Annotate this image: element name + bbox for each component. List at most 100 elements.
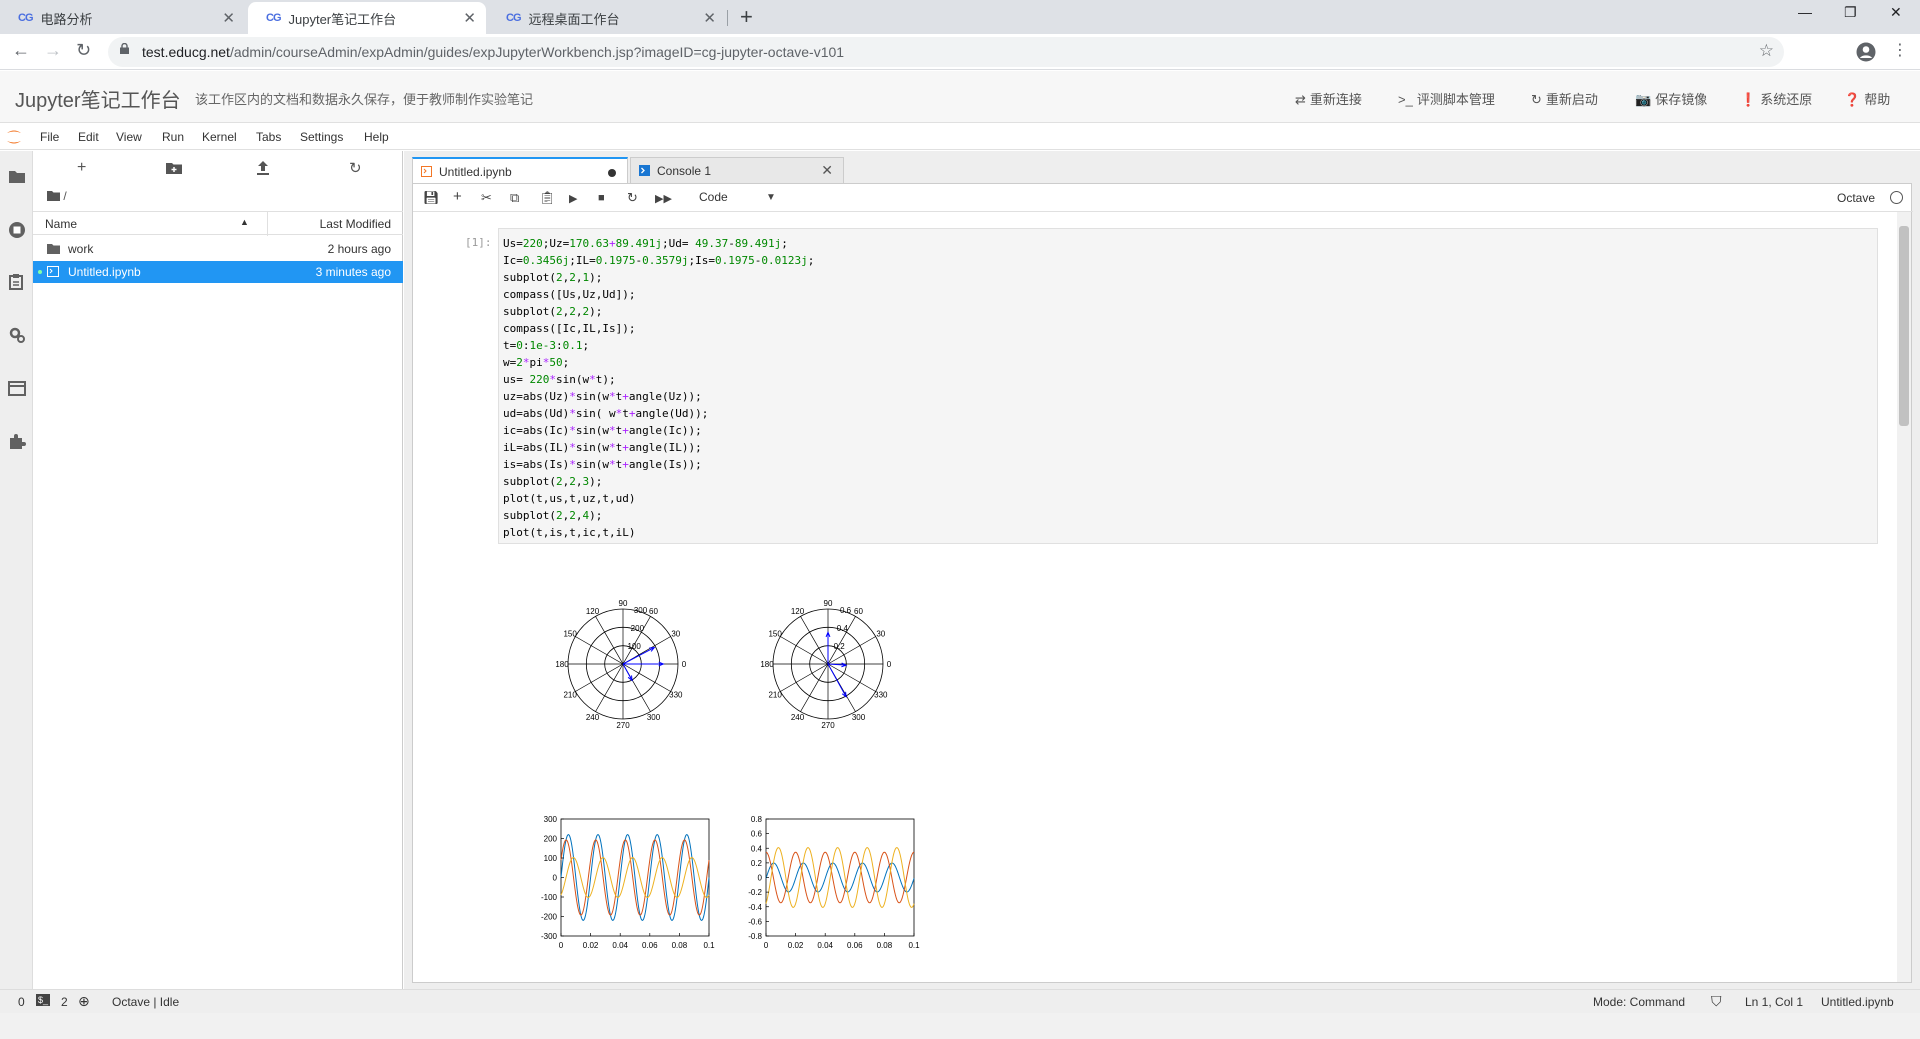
restart-kernel-icon[interactable]: ↻ — [627, 190, 638, 206]
reload-icon[interactable]: ↻ — [76, 40, 91, 61]
plot-ytick-label: 200 — [544, 835, 558, 844]
new-folder-icon[interactable] — [166, 162, 182, 174]
notebook-icon — [421, 166, 432, 177]
plot-xtick-label: 0 — [764, 941, 769, 950]
save-image-button[interactable]: 📷 保存镜像 — [1635, 89, 1707, 108]
close-icon[interactable]: ✕ — [703, 9, 716, 27]
menu-tabs[interactable]: Tabs — [256, 130, 281, 144]
compass-angle-label: 240 — [586, 713, 600, 722]
plot-ytick-label: -100 — [541, 893, 558, 902]
window-close-icon[interactable]: ✕ — [1890, 4, 1902, 21]
warning-circle-icon: ❗ — [1740, 92, 1757, 107]
compass-angle-label: 150 — [563, 630, 577, 639]
column-last-modified[interactable]: Last Modified — [320, 217, 391, 231]
cursor-position[interactable]: Ln 1, Col 1 — [1745, 995, 1803, 1009]
mode-text[interactable]: Mode: Command — [1593, 995, 1685, 1009]
tabs-icon[interactable] — [8, 379, 26, 397]
column-divider — [267, 212, 268, 236]
compass-angle-label: 270 — [616, 721, 630, 730]
code-cell-editor[interactable]: Us=220;Uz=170.63+89.491j;Ud= 49.37-89.49… — [498, 228, 1878, 544]
paste-icon[interactable]: 📋︎ — [539, 190, 556, 206]
bookmark-star-icon[interactable]: ☆ — [1759, 41, 1774, 61]
fast-forward-icon[interactable]: ▶▶ — [655, 192, 672, 205]
menu-edit[interactable]: Edit — [78, 130, 99, 144]
code-line: is=abs(Is)*sin(w*t+angle(Is)); — [503, 458, 702, 471]
file-list-header: Name ▲ Last Modified — [33, 211, 403, 236]
property-inspector-icon[interactable] — [8, 326, 26, 344]
scrollbar-thumb[interactable] — [1899, 226, 1909, 426]
system-restore-button[interactable]: ❗ 系统还原 — [1740, 89, 1812, 108]
copy-icon[interactable]: ⧉ — [510, 190, 519, 206]
browser-menu-icon[interactable]: ⋮ — [1892, 40, 1908, 60]
extension-puzzle-icon[interactable] — [8, 432, 26, 450]
forward-arrow-icon[interactable]: → — [44, 40, 62, 61]
file-name: work — [68, 242, 94, 256]
refresh-files-icon[interactable]: ↻ — [349, 159, 362, 177]
plot-ytick-label: 100 — [544, 854, 558, 863]
code-line: Us=220;Uz=170.63+89.491j;Ud= 49.37-89.49… — [503, 237, 788, 250]
commands-icon[interactable] — [8, 273, 26, 291]
browser-tab-circuit[interactable]: CG 电路分析 ✕ — [0, 2, 245, 34]
eval-script-button[interactable]: >_ 评测脚本管理 — [1398, 89, 1495, 108]
minimize-icon[interactable]: — — [1798, 4, 1812, 20]
menu-kernel[interactable]: Kernel — [202, 130, 237, 144]
stop-icon[interactable]: ■ — [598, 192, 605, 204]
close-icon[interactable]: ✕ — [821, 162, 833, 179]
notebook-scrollbar[interactable] — [1897, 212, 1911, 982]
browser-tab-jupyter[interactable]: CG Jupyter笔记工作台 ✕ — [248, 2, 486, 34]
profile-avatar-icon[interactable] — [1856, 42, 1876, 62]
cut-icon[interactable]: ✂ — [481, 190, 492, 206]
upload-icon[interactable] — [257, 161, 269, 175]
reconnect-button[interactable]: ⇄ 重新连接 — [1295, 89, 1362, 108]
running-icon[interactable] — [8, 221, 26, 239]
code-line: subplot(2,2,2); — [503, 305, 603, 318]
address-bar[interactable]: test.educg.net/admin/courseAdmin/expAdmi… — [108, 37, 1784, 67]
kernel-status-text[interactable]: Octave | Idle — [112, 995, 179, 1009]
status-count-two[interactable]: 2 — [61, 995, 68, 1009]
shield-check-icon[interactable]: ⛉ — [1711, 993, 1722, 1010]
compass-angle-label: 330 — [669, 691, 683, 700]
activity-sidebar — [0, 151, 33, 989]
status-bar: 0 $_ 2 ⊕ Octave | Idle Mode: Command ⛉ L… — [0, 989, 1920, 1013]
chevron-down-icon[interactable]: ▼ — [766, 192, 776, 203]
tab-console-1[interactable]: Console 1 ✕ — [630, 157, 844, 183]
folder-icon[interactable] — [8, 168, 26, 186]
new-tab-plus-icon[interactable]: + — [740, 4, 753, 30]
back-arrow-icon[interactable]: ← — [12, 40, 30, 61]
close-icon[interactable]: ✕ — [463, 9, 476, 27]
menu-help[interactable]: Help — [364, 130, 389, 144]
file-row-untitled[interactable]: Untitled.ipynb 3 minutes ago — [33, 261, 403, 283]
menu-settings[interactable]: Settings — [300, 130, 343, 144]
close-icon[interactable]: ✕ — [222, 9, 235, 27]
unsaved-dot-icon[interactable] — [608, 169, 616, 177]
page-title: Jupyter笔记工作台 — [15, 90, 181, 112]
compass-radial-label: 0.6 — [840, 606, 852, 615]
new-launcher-plus-icon[interactable]: + — [77, 159, 86, 177]
kernel-name[interactable]: Octave — [1837, 191, 1875, 205]
jupyter-menubar: File Edit View Run Kernel Tabs Settings … — [0, 124, 1920, 150]
restore-icon[interactable]: ❐ — [1844, 4, 1857, 21]
lock-icon — [120, 43, 129, 54]
help-button[interactable]: ❓ 帮助 — [1844, 89, 1890, 108]
compass-angle-label: 90 — [824, 599, 833, 608]
menu-file[interactable]: File — [40, 130, 59, 144]
file-row-work[interactable]: work 2 hours ago — [33, 238, 403, 260]
terminal-icon[interactable]: $_ — [36, 994, 51, 1006]
breadcrumb[interactable]: / — [47, 189, 67, 203]
run-play-icon[interactable]: ▶ — [569, 192, 577, 205]
insert-cell-plus-icon[interactable]: + — [453, 188, 462, 205]
restart-button[interactable]: ↻ 重新启动 — [1531, 89, 1598, 108]
status-count-zero[interactable]: 0 — [18, 995, 25, 1009]
tab-untitled-ipynb[interactable]: Untitled.ipynb — [412, 157, 628, 183]
column-name[interactable]: Name — [45, 217, 77, 231]
menu-view[interactable]: View — [116, 130, 142, 144]
code-text: Us=220;Uz=170.63+89.491j;Ud= 49.37-89.49… — [503, 235, 814, 541]
menu-run[interactable]: Run — [162, 130, 184, 144]
notebook-icon — [47, 266, 59, 277]
save-icon[interactable]: 💾︎ — [423, 190, 440, 206]
octave-figure: 0306090120150180210240270300330100200300… — [541, 599, 920, 950]
kernel-status-circle-icon — [1890, 191, 1903, 204]
plot-xtick-label: 0 — [559, 941, 564, 950]
browser-tab-remote[interactable]: CG 远程桌面工作台 ✕ — [488, 2, 726, 34]
cell-type-select[interactable]: Code — [699, 190, 728, 204]
